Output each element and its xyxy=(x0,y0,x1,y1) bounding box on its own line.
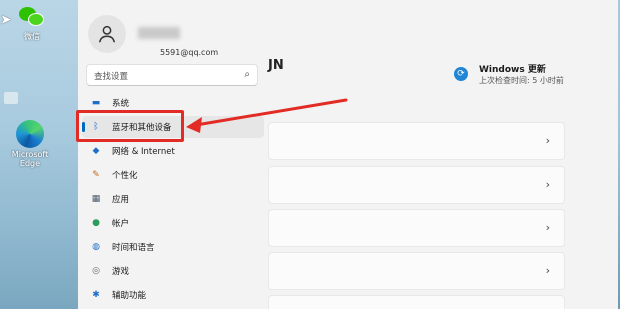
nav-label: 帐户 xyxy=(112,219,130,229)
nav-label: 游戏 xyxy=(112,267,130,277)
settings-sidebar: 5591@qq.com 查找设置 ⌕ ▬ 系统 ᛒ 蓝牙和其他设备 ◆ 网络 &… xyxy=(78,0,268,309)
wifi-icon: ◆ xyxy=(92,146,100,156)
nav-item-network[interactable]: ◆ 网络 & Internet xyxy=(82,140,264,162)
desktop-icon-edge[interactable]: Microsoft Edge xyxy=(4,120,56,168)
globe-clock-icon: ◍ xyxy=(92,242,100,252)
page-title: JN xyxy=(268,58,284,73)
nav-item-time-language[interactable]: ◍ 时间和语言 xyxy=(82,236,264,258)
chevron-right-icon: › xyxy=(545,221,550,234)
nav-item-gaming[interactable]: ◎ 游戏 xyxy=(82,260,264,282)
user-email: 5591@qq.com xyxy=(160,48,219,57)
settings-card[interactable]: › xyxy=(268,122,565,160)
desktop-icon-wechat[interactable]: 微信 xyxy=(6,4,58,41)
wechat-icon xyxy=(17,4,47,30)
nav-label: 系统 xyxy=(112,99,130,109)
edge-icon xyxy=(16,120,44,148)
windows-update-title: Windows 更新 xyxy=(479,65,546,75)
nav-label: 网络 & Internet xyxy=(112,147,175,157)
brush-icon: ✎ xyxy=(92,170,100,180)
apps-icon: ▦ xyxy=(91,194,101,204)
refresh-icon: ⟳ xyxy=(454,67,468,81)
settings-card[interactable] xyxy=(268,295,565,309)
nav-item-personalization[interactable]: ✎ 个性化 xyxy=(82,164,264,186)
desktop-background: ➤ 微信 Microsoft Edge xyxy=(0,0,78,309)
windows-update-subtitle: 上次检查时间: 5 小时前 xyxy=(479,76,564,85)
settings-main: JN ⟳ Windows 更新 上次检查时间: 5 小时前 › › › › xyxy=(268,0,618,309)
user-icon xyxy=(98,25,116,43)
chevron-right-icon: › xyxy=(545,264,550,277)
nav-label: 个性化 xyxy=(112,171,138,181)
chevron-right-icon: › xyxy=(545,134,550,147)
user-profile[interactable]: 5591@qq.com xyxy=(88,15,268,57)
desktop-small-icon[interactable] xyxy=(4,92,18,104)
gamepad-icon: ◎ xyxy=(92,266,100,276)
accessibility-icon: ✱ xyxy=(92,290,100,300)
desktop-icon-label: 微信 xyxy=(24,32,40,41)
nav-item-accessibility[interactable]: ✱ 辅助功能 xyxy=(82,284,264,306)
blurred-username xyxy=(138,27,180,39)
chevron-right-icon: › xyxy=(545,178,550,191)
nav-label: 应用 xyxy=(112,195,130,205)
settings-card[interactable]: › xyxy=(268,209,565,247)
nav-label: 辅助功能 xyxy=(112,291,147,301)
settings-window: 5591@qq.com 查找设置 ⌕ ▬ 系统 ᛒ 蓝牙和其他设备 ◆ 网络 &… xyxy=(78,0,618,309)
avatar[interactable] xyxy=(88,15,126,53)
monitor-icon: ▬ xyxy=(91,98,101,108)
nav-item-accounts[interactable]: ● 帐户 xyxy=(82,212,264,234)
settings-card[interactable]: › xyxy=(268,166,565,204)
nav-label: 时间和语言 xyxy=(112,243,155,253)
search-icon: ⌕ xyxy=(244,69,250,80)
settings-search-input[interactable]: 查找设置 ⌕ xyxy=(86,64,258,86)
nav-item-apps[interactable]: ▦ 应用 xyxy=(82,188,264,210)
settings-card[interactable]: › xyxy=(268,252,565,290)
windows-update-widget[interactable]: ⟳ Windows 更新 上次检查时间: 5 小时前 xyxy=(454,62,614,90)
desktop-icon-label: Microsoft Edge xyxy=(11,150,49,169)
annotation-highlight-box xyxy=(76,110,184,142)
account-icon: ● xyxy=(92,218,100,228)
search-placeholder: 查找设置 xyxy=(94,72,129,82)
